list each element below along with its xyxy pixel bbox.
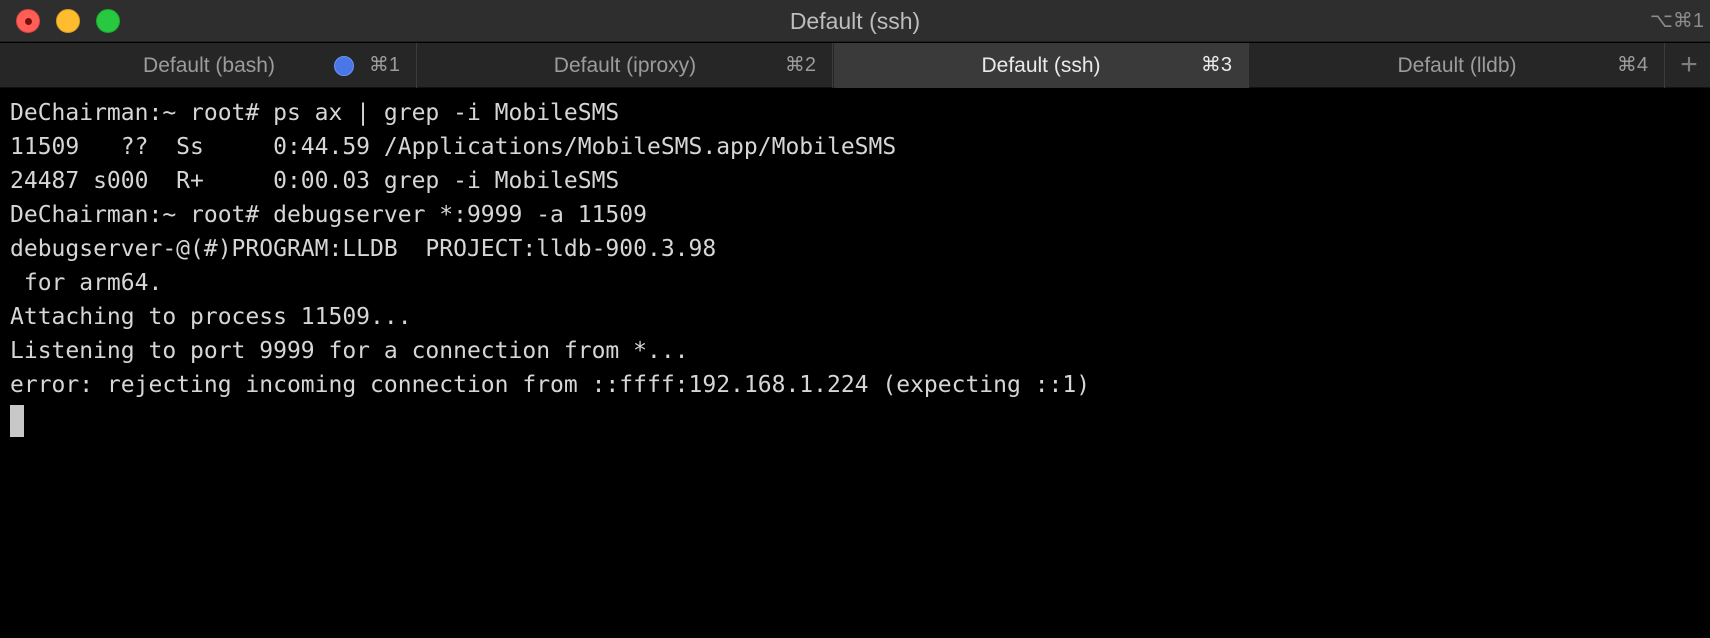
tab-bash[interactable]: Default (bash) ⌘1 — [2, 43, 417, 88]
tab-ssh[interactable]: Default (ssh) ⌘3 — [834, 43, 1249, 88]
terminal-line: error: rejecting incoming connection fro… — [10, 372, 1091, 398]
tab-label: Default (iproxy) — [553, 54, 697, 77]
tab-shortcut: ⌘3 — [1200, 54, 1232, 76]
tab-lldb[interactable]: Default (lldb) ⌘4 — [1250, 43, 1665, 88]
terminal-line: Attaching to process 11509... — [10, 304, 412, 330]
text-cursor — [10, 404, 24, 437]
terminal-window: Default (ssh) ⌥⌘1 Default (bash) ⌘1 Defa… — [0, 0, 1710, 638]
terminal-output[interactable]: DeChairman:~ root# ps ax | grep -i Mobil… — [10, 96, 1700, 626]
window-shortcut: ⌥⌘1 — [1649, 10, 1704, 32]
new-tab-button[interactable]: + — [1668, 43, 1710, 88]
tab-label: Default (ssh) — [981, 54, 1101, 77]
tab-shortcut: ⌘4 — [1616, 54, 1648, 76]
terminal-line: DeChairman:~ root# ps ax | grep -i Mobil… — [10, 100, 620, 126]
terminal-line: for arm64. — [10, 270, 163, 296]
tab-shortcut: ⌘1 — [368, 54, 400, 76]
tab-label: Default (lldb) — [1397, 54, 1517, 77]
terminal-line: 24487 s000 R+ 0:00.03 grep -i MobileSMS — [10, 168, 620, 194]
window-title: Default (ssh) — [789, 8, 921, 34]
terminal-line: DeChairman:~ root# debugserver *:9999 -a… — [10, 202, 647, 228]
tab-bar: Default (bash) ⌘1 Default (iproxy) ⌘2 De… — [0, 43, 1710, 88]
title-bar[interactable]: Default (ssh) ⌥⌘1 — [0, 0, 1710, 42]
terminal-line: 11509 ?? Ss 0:44.59 /Applications/Mobile… — [10, 134, 897, 160]
activity-indicator-icon — [334, 56, 354, 76]
tab-shortcut: ⌘2 — [784, 54, 816, 76]
terminal-line: debugserver-@(#)PROGRAM:LLDB PROJECT:lld… — [10, 236, 717, 262]
prompt-line[interactable] — [10, 402, 1700, 437]
terminal-line: Listening to port 9999 for a connection … — [10, 338, 689, 364]
tab-iproxy[interactable]: Default (iproxy) ⌘2 — [418, 43, 833, 88]
